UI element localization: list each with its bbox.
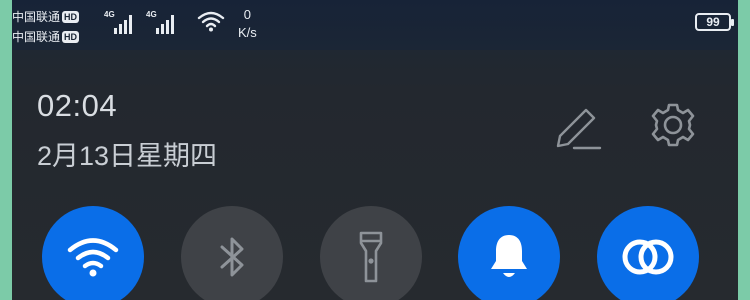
network-speed-unit: K/s: [238, 25, 257, 40]
carrier-sim1-label: 中国联通: [12, 10, 61, 24]
hd-badge-sim1: HD: [62, 10, 80, 23]
clock-date: 2月13日星期四: [37, 141, 218, 171]
status-bar: 中国联通 HD 中国联通 HD 4G 4G 0 K/s 99: [12, 0, 738, 50]
flashlight-icon: [359, 231, 383, 283]
toggle-bluetooth[interactable]: [181, 206, 283, 300]
pencil-icon[interactable]: [552, 104, 604, 150]
carrier-sim1: 中国联通 HD: [12, 8, 80, 25]
gear-icon[interactable]: [648, 100, 698, 150]
notification-panel: 中国联通 HD 中国联通 HD 4G 4G 0 K/s 99 02:04 2月1…: [12, 0, 738, 300]
clock-time: 02:04: [37, 88, 118, 123]
share-rings-icon: [622, 239, 674, 275]
bell-icon: [491, 235, 527, 277]
toggle-wifi[interactable]: [42, 206, 144, 300]
carrier-sim2: 中国联通 HD: [12, 28, 80, 45]
wifi-icon: [67, 238, 119, 277]
bluetooth-icon: [220, 237, 244, 277]
hd-badge-sim2: HD: [62, 30, 80, 43]
toggle-sound[interactable]: [458, 206, 560, 300]
toggle-huawei-share[interactable]: [597, 206, 699, 300]
toggle-flashlight[interactable]: [320, 206, 422, 300]
network-speed-value: 0: [243, 7, 252, 22]
carrier-sim2-label: 中国联通: [12, 30, 61, 44]
network-speed: 0 K/s: [238, 6, 257, 42]
wifi-status-icon: [197, 11, 225, 32]
battery-level: 99: [706, 15, 720, 29]
battery-icon: 99: [695, 13, 734, 31]
